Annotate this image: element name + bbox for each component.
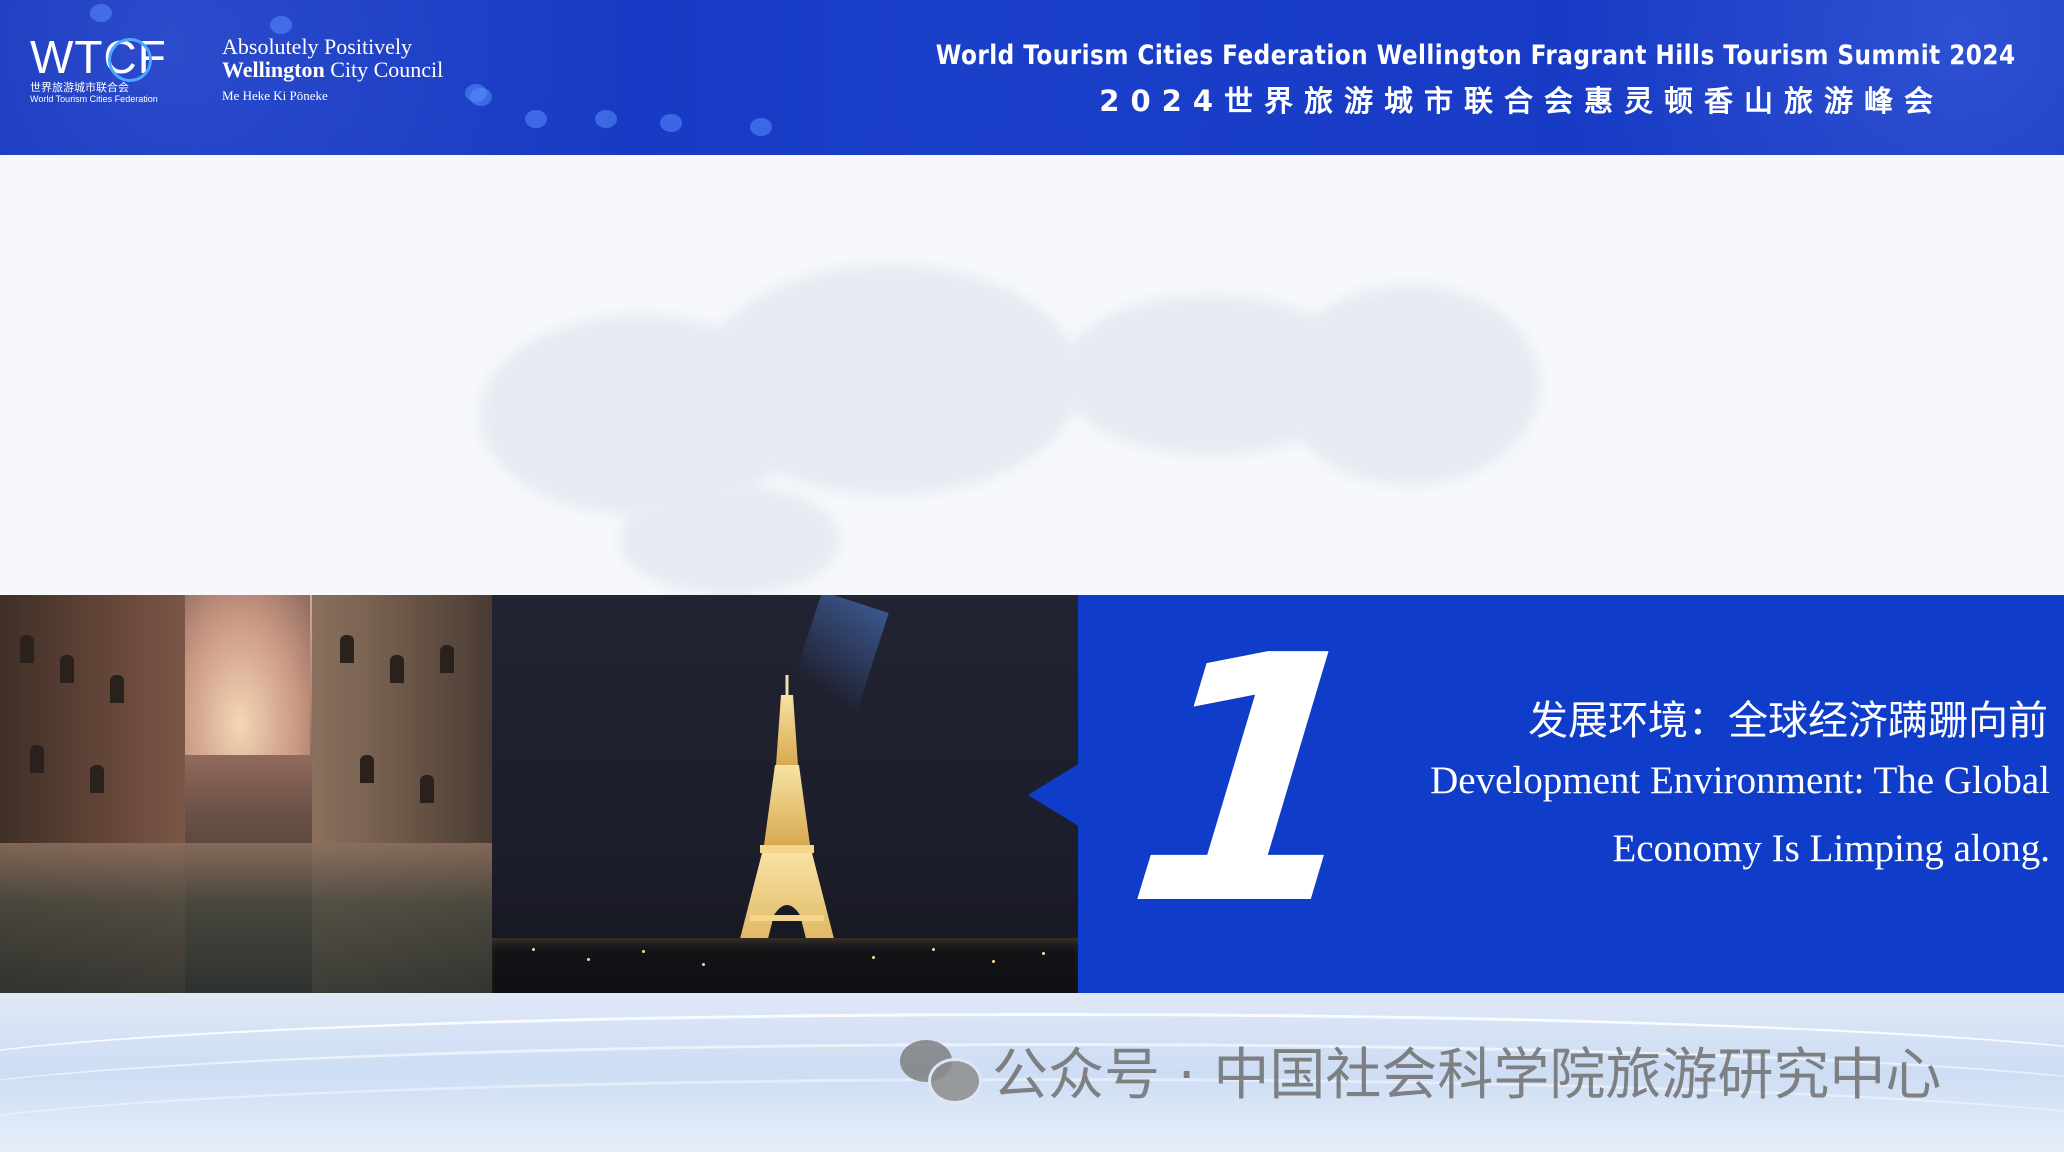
wtcf-logo-en: World Tourism Cities Federation xyxy=(30,94,158,104)
leaf-decoration xyxy=(90,4,112,22)
section-title-en-line-1: Development Environment: The Global xyxy=(1430,759,2050,802)
city-light xyxy=(702,963,705,966)
city-light xyxy=(992,960,995,963)
summit-title-cn: 2024世界旅游城市联合会惠灵顿香山旅游峰会 xyxy=(1099,84,1944,118)
leaf-decoration xyxy=(525,110,547,128)
wechat-watermark: 公众号 · 中国社会科学院旅游研究中心 xyxy=(900,1030,1941,1111)
venice-window xyxy=(60,655,74,683)
venice-window xyxy=(390,655,404,683)
map-continent xyxy=(700,265,1080,495)
wtcf-logo-cn: 世界旅游城市联合会 xyxy=(30,82,129,94)
panel-arrow-pointer xyxy=(1028,763,1080,827)
wechat-bubble xyxy=(928,1057,982,1104)
summit-title-en: World Tourism Cities Federation Wellingt… xyxy=(936,40,2016,71)
globe-icon xyxy=(108,38,152,82)
venice-window xyxy=(420,775,434,803)
city-skyline-lights xyxy=(492,938,1078,993)
council-line-3: Me Heke Ki Pōneke xyxy=(222,88,328,103)
leaf-decoration xyxy=(750,118,772,136)
city-light xyxy=(587,958,590,961)
header-banner: WTCF 世界旅游城市联合会 World Tourism Cities Fede… xyxy=(0,0,2064,155)
venice-window xyxy=(440,645,454,673)
eiffel-tower-photo xyxy=(492,595,1078,993)
venice-window xyxy=(340,635,354,663)
leaf-decoration xyxy=(595,110,617,128)
world-map-background xyxy=(0,155,2064,595)
council-name-rest: City Council xyxy=(324,57,444,82)
venice-canal-photo xyxy=(0,595,492,993)
leaf-decoration xyxy=(465,84,487,102)
city-light xyxy=(932,948,935,951)
city-light xyxy=(532,948,535,951)
venice-window xyxy=(360,755,374,783)
wtcf-logo: WTCF 世界旅游城市联合会 World Tourism Cities Fede… xyxy=(30,34,180,104)
city-light xyxy=(1042,952,1045,955)
leaf-decoration xyxy=(660,114,682,132)
venice-sky xyxy=(170,595,310,755)
map-continent xyxy=(1280,285,1540,485)
city-light xyxy=(642,950,645,953)
section-title-en-line-2: Economy Is Limping along. xyxy=(1612,827,2050,870)
watermark-text: 公众号 · 中国社会科学院旅游研究中心 xyxy=(992,1043,1942,1108)
eiffel-tower-icon xyxy=(732,675,842,970)
council-line-2: Wellington City Council xyxy=(222,58,443,82)
venice-window xyxy=(110,675,124,703)
venice-window xyxy=(90,765,104,793)
council-name-bold: Wellington xyxy=(222,57,325,82)
leaf-decoration xyxy=(270,16,292,34)
map-continent xyxy=(620,485,840,595)
venice-window xyxy=(20,635,34,663)
wtcf-logo-text: WTCF xyxy=(30,31,167,83)
section-title-cn: 发展环境：全球经济蹒跚向前 xyxy=(1528,698,2048,744)
venice-water xyxy=(0,843,492,993)
city-light xyxy=(872,956,875,959)
section-number: 1 xyxy=(1114,584,1393,980)
wellington-council-logo: Absolutely Positively Wellington City Co… xyxy=(222,36,443,104)
council-line-1: Absolutely Positively xyxy=(222,34,413,59)
wechat-icon xyxy=(900,1039,982,1104)
venice-window xyxy=(30,745,44,773)
